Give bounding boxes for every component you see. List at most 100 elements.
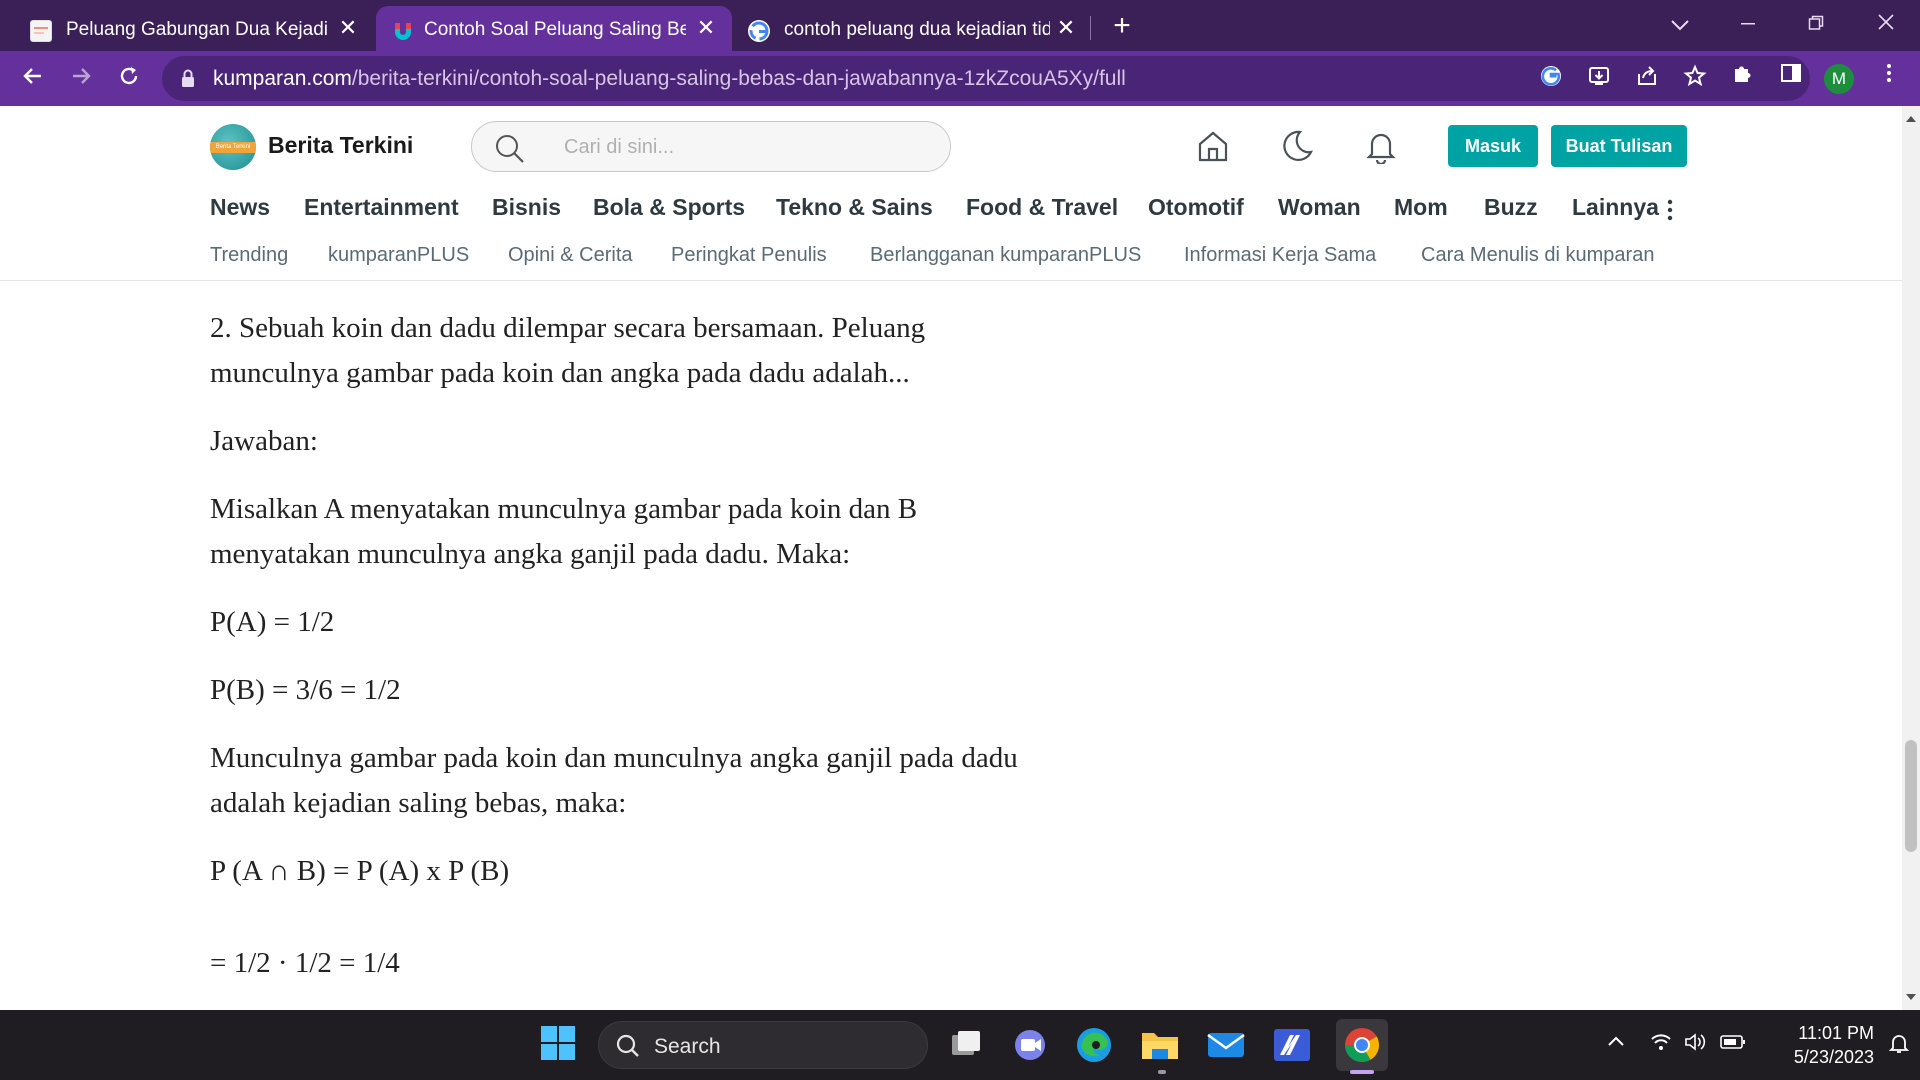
nav-news[interactable]: News [210,194,270,221]
taskbar-search-box[interactable]: Search [598,1021,928,1069]
back-button[interactable] [14,60,52,98]
subnav-opini-cerita[interactable]: Opini & Cerita [508,244,633,267]
new-tab-button[interactable]: + [1106,10,1138,42]
windows-start-icon[interactable] [538,1023,582,1067]
explorer-running-indicator [1158,1070,1166,1074]
tab-google-search[interactable]: contoh peluang dua kejadian tida ✕ [734,6,1086,51]
notification-bell-icon[interactable] [1363,128,1403,168]
more-vertical-icon[interactable] [1667,198,1673,228]
article-line: Jawaban: [210,425,318,457]
app-launcher-icon[interactable] [1270,1023,1314,1067]
install-app-icon[interactable] [1584,64,1614,94]
volume-icon[interactable] [1684,1032,1706,1057]
article-line: P(A) = 1/2 [210,606,335,638]
show-hidden-icons-chevron-icon[interactable] [1606,1032,1626,1053]
reload-button[interactable] [110,60,148,98]
nav-lainnya[interactable]: Lainnya [1572,194,1659,221]
nav-otomotif[interactable]: Otomotif [1148,194,1244,221]
close-tab-icon[interactable]: ✕ [694,16,718,40]
article-line: Misalkan A menyatakan munculnya gambar p… [210,493,918,525]
search-icon [494,133,526,170]
subnav-informasi-kerja-sama[interactable]: Informasi Kerja Sama [1184,244,1376,267]
profile-avatar[interactable]: M [1824,64,1854,94]
article-line: menyatakan munculnya angka ganjil pada d… [210,538,851,570]
chrome-active-indicator [1350,1070,1374,1074]
tab-title: contoh peluang dua kejadian tida [784,19,1050,40]
article-line: 2. Sebuah koin dan dadu dilempar secara … [210,312,926,344]
close-window-button[interactable] [1862,6,1910,42]
nav-bisnis[interactable]: Bisnis [492,194,561,221]
article-line: = 1/2 · 1/2 = 1/4 [210,947,400,979]
site-search-input[interactable]: Cari di sini... [471,121,951,172]
search-icon [615,1033,641,1064]
article-line: munculnya gambar pada koin dan angka pad… [210,357,910,389]
url-domain: kumparan.com [213,67,352,90]
close-tab-icon[interactable]: ✕ [336,16,360,40]
site-brand-name[interactable]: Berita Terkini [268,132,413,159]
subnav-berlangganan[interactable]: Berlangganan kumparanPLUS [870,244,1141,267]
write-post-button[interactable]: Buat Tulisan [1551,125,1687,167]
kumparan-favicon-icon [392,20,414,42]
task-view-icon[interactable] [944,1023,988,1067]
edge-browser-icon[interactable] [1072,1023,1116,1067]
site-logo[interactable]: Berita Terkini [210,124,256,170]
windows-taskbar: Search 11:01 PM 5/23/2023 [0,1010,1920,1080]
url-text[interactable]: kumparan.com/berita-terkini/contoh-soal-… [213,67,1126,91]
browser-toolbar: kumparan.com/berita-terkini/contoh-soal-… [0,51,1920,106]
taskbar-clock[interactable]: 11:01 PM 5/23/2023 [1762,1021,1874,1069]
restore-button[interactable] [1792,6,1840,42]
wifi-icon[interactable] [1650,1032,1672,1057]
notification-center-icon[interactable] [1888,1032,1910,1059]
extensions-puzzle-icon[interactable] [1726,61,1760,95]
tab-title: Contoh Soal Peluang Saling Beba [424,19,686,40]
forward-button[interactable] [62,60,100,98]
clock-date: 5/23/2023 [1793,1047,1874,1067]
web-page: Berita Terkini Berita Terkini Cari di si… [0,106,1902,1010]
nav-food-travel[interactable]: Food & Travel [966,194,1118,221]
tab-separator [1090,16,1091,40]
subnav-cara-menulis[interactable]: Cara Menulis di kumparan [1421,244,1654,267]
nav-mom[interactable]: Mom [1394,194,1448,221]
header-divider [0,280,1902,281]
clock-time: 11:01 PM [1798,1023,1874,1043]
subnav-trending[interactable]: Trending [210,244,288,267]
nav-tekno-sains[interactable]: Tekno & Sains [776,194,933,221]
lock-icon[interactable] [180,68,196,93]
nav-woman[interactable]: Woman [1278,194,1361,221]
subnav-kumparanplus[interactable]: kumparanPLUS [328,244,469,267]
article-line: P(B) = 3/6 = 1/2 [210,674,401,706]
scroll-up-arrow-icon[interactable] [1906,116,1916,122]
scrollbar-thumb[interactable] [1905,740,1917,852]
address-bar[interactable]: kumparan.com/berita-terkini/contoh-soal-… [162,56,1810,101]
tab-search-chevron-icon[interactable] [1656,6,1704,42]
login-button[interactable]: Masuk [1448,125,1538,167]
mail-icon[interactable] [1204,1023,1248,1067]
dark-mode-moon-icon[interactable] [1279,128,1319,168]
tab-strip: Peluang Gabungan Dua Kejadian ✕ Contoh S… [0,0,1920,51]
nav-entertainment[interactable]: Entertainment [304,194,459,221]
google-lens-icon[interactable] [1536,64,1566,94]
home-icon[interactable] [1195,128,1235,168]
tab-title: Peluang Gabungan Dua Kejadian [66,19,328,40]
side-panel-icon[interactable] [1774,61,1808,95]
battery-icon[interactable] [1720,1034,1746,1055]
bookmark-star-icon[interactable] [1680,64,1710,94]
minimize-button[interactable] [1724,6,1772,42]
nav-bola-sports[interactable]: Bola & Sports [593,194,745,221]
tab-contoh-soal[interactable]: Contoh Soal Peluang Saling Beba ✕ [376,6,732,51]
article-line: Munculnya gambar pada koin dan munculnya… [210,742,1018,774]
google-favicon-icon [748,20,770,42]
scroll-down-arrow-icon[interactable] [1906,994,1916,1000]
close-tab-icon[interactable]: ✕ [1054,16,1078,40]
subnav-peringkat-penulis[interactable]: Peringkat Penulis [671,244,827,267]
chrome-icon[interactable] [1336,1019,1388,1071]
tab-peluang-gabungan[interactable]: Peluang Gabungan Dua Kejadian ✕ [0,6,372,51]
page-scrollbar[interactable] [1902,106,1920,1010]
taskbar-search-label: Search [654,1035,721,1058]
article-line: adalah kejadian saling bebas, maka: [210,787,627,819]
share-icon[interactable] [1632,64,1662,94]
teams-chat-icon[interactable] [1008,1023,1052,1067]
browser-menu-icon[interactable] [1872,61,1906,95]
file-explorer-icon[interactable] [1138,1023,1182,1067]
nav-buzz[interactable]: Buzz [1484,194,1538,221]
